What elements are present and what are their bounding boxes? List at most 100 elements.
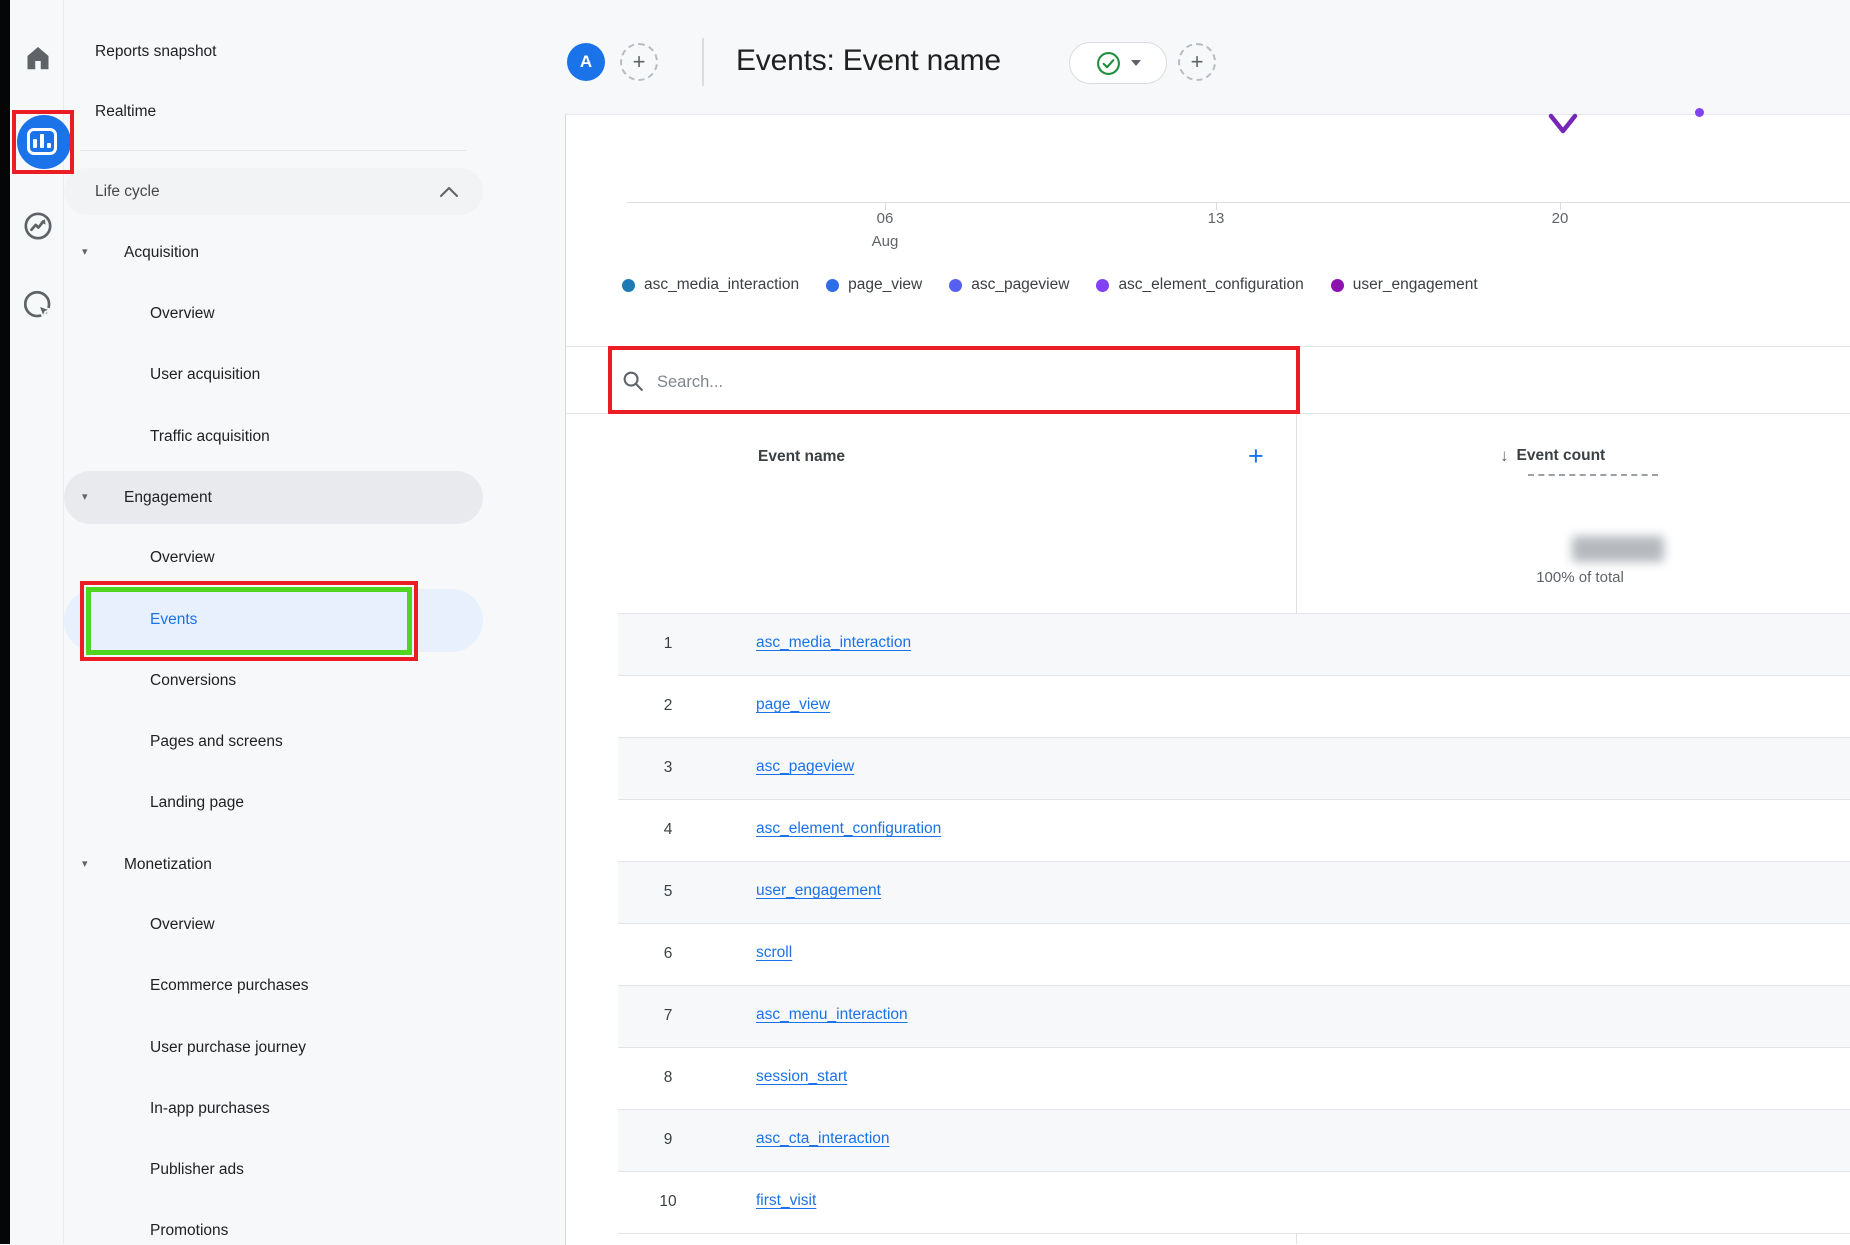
chevron-down-icon — [1131, 60, 1141, 66]
row-index: 8 — [648, 1069, 688, 1087]
sort-descending-icon: ↓ — [1500, 446, 1509, 466]
sidebar-item-reports-snapshot[interactable]: Reports snapshot — [95, 43, 217, 61]
row-separator — [618, 923, 1850, 924]
x-axis-tick-label: 13 — [1186, 210, 1246, 227]
sidebar-item-realtime[interactable]: Realtime — [95, 103, 156, 121]
add-comparison-button[interactable]: + — [620, 43, 658, 81]
event-name-link[interactable]: asc_menu_interaction — [756, 1006, 908, 1024]
row-index: 10 — [648, 1193, 688, 1211]
chart-legend: asc_media_interaction page_view asc_pagevi… — [622, 276, 1478, 294]
row-index: 2 — [648, 697, 688, 715]
sidebar-item-conversions[interactable]: Conversions — [150, 672, 236, 690]
row-index: 5 — [648, 883, 688, 901]
collapse-triangle-icon[interactable]: ▾ — [82, 857, 88, 870]
row-separator — [618, 799, 1850, 800]
sidebar-item-monetization[interactable]: Monetization — [124, 856, 212, 874]
sidebar-item-acquisition[interactable]: Acquisition — [124, 244, 199, 262]
search-row-bottom-border — [566, 413, 1850, 414]
total-percent-label: 100% of total — [1500, 569, 1660, 586]
search-icon — [621, 369, 646, 394]
table-row — [618, 923, 1850, 985]
event-name-link[interactable]: first_visit — [756, 1192, 816, 1210]
sidebar-item-in-app-purchases[interactable]: In-app purchases — [150, 1100, 270, 1118]
advertising-icon[interactable] — [19, 286, 57, 324]
row-separator — [618, 675, 1850, 676]
sidebar-item-overview[interactable]: Overview — [150, 916, 215, 934]
event-name-link[interactable]: asc_pageview — [756, 758, 854, 776]
legend-label: asc_media_interaction — [644, 276, 799, 294]
sidebar-item-publisher-ads[interactable]: Publisher ads — [150, 1161, 244, 1179]
legend-label: user_engagement — [1353, 276, 1478, 294]
column-header-event-count[interactable]: ↓ Event count — [1500, 446, 1605, 466]
event-name-link[interactable]: asc_element_configuration — [756, 820, 941, 838]
reports-icon-glyph — [27, 128, 57, 155]
legend-dot-icon — [1096, 279, 1109, 292]
x-axis-tick — [885, 203, 886, 210]
legend-label: asc_pageview — [971, 276, 1069, 294]
row-separator — [618, 613, 1850, 614]
sidebar-item-life-cycle[interactable]: Life cycle — [95, 183, 160, 201]
check-circle-icon — [1096, 51, 1121, 76]
event-name-link[interactable]: session_start — [756, 1068, 847, 1086]
row-index: 7 — [648, 1007, 688, 1025]
column-header-event-name[interactable]: Event name — [758, 448, 845, 466]
window-edge-strip — [0, 0, 10, 1244]
sidebar-item-overview[interactable]: Overview — [150, 549, 215, 567]
row-separator — [618, 1109, 1850, 1110]
report-status-dropdown[interactable] — [1069, 42, 1167, 84]
event-name-link[interactable]: asc_media_interaction — [756, 634, 911, 652]
row-separator — [618, 737, 1850, 738]
collapse-triangle-icon[interactable]: ▾ — [82, 245, 88, 258]
add-report-button[interactable]: + — [1178, 43, 1216, 81]
event-name-link[interactable]: user_engagement — [756, 882, 881, 900]
x-axis-tick-label: 20 — [1530, 210, 1590, 227]
legend-dot-icon — [1331, 279, 1344, 292]
collapse-triangle-icon[interactable]: ▾ — [82, 490, 88, 503]
property-avatar[interactable]: A — [567, 43, 605, 81]
row-index: 4 — [648, 821, 688, 839]
metric-header-dashed-underline — [1528, 474, 1658, 476]
sidebar-item-user-purchase-journey[interactable]: User purchase journey — [150, 1039, 306, 1057]
legend-item-page_view: page_view — [826, 276, 922, 294]
page-title: Events: Event name — [736, 44, 1001, 78]
legend-item-user_engagement: user_engagement — [1331, 276, 1478, 294]
row-separator — [618, 1171, 1850, 1172]
nav-icon-rail — [10, 0, 64, 1244]
event-name-link[interactable]: asc_cta_interaction — [756, 1130, 890, 1148]
explore-icon[interactable] — [19, 207, 57, 245]
legend-label: page_view — [848, 276, 922, 294]
add-column-button[interactable]: + — [1248, 441, 1264, 472]
sidebar-item-ecommerce-purchases[interactable]: Ecommerce purchases — [150, 977, 309, 995]
row-separator — [618, 1233, 1850, 1234]
chart-line-marker — [1538, 108, 1598, 140]
total-value-blurred — [1572, 536, 1664, 562]
sidebar-item-landing-page[interactable]: Landing page — [150, 794, 244, 812]
legend-item-asc_element_configuration: asc_element_configuration — [1096, 276, 1303, 294]
sidebar-item-user-acquisition[interactable]: User acquisition — [150, 366, 260, 384]
chevron-up-icon[interactable] — [438, 185, 460, 199]
home-icon[interactable] — [19, 39, 57, 77]
row-index: 9 — [648, 1131, 688, 1149]
row-index: 6 — [648, 945, 688, 963]
search-input[interactable] — [655, 360, 1219, 404]
sidebar-item-pages-and-screens[interactable]: Pages and screens — [150, 733, 283, 751]
x-axis-tick — [1560, 203, 1561, 210]
event-name-link[interactable]: scroll — [756, 944, 792, 962]
x-axis-tick — [1216, 203, 1217, 210]
legend-dot-icon — [949, 279, 962, 292]
row-separator — [618, 861, 1850, 862]
explore-icon-glyph — [21, 209, 55, 243]
legend-dot-icon — [622, 279, 635, 292]
row-separator — [618, 985, 1850, 986]
sidebar-item-promotions[interactable]: Promotions — [150, 1222, 228, 1240]
legend-item-asc_media_interaction: asc_media_interaction — [622, 276, 799, 294]
events-selected-pill — [64, 589, 483, 652]
sidebar-item-engagement[interactable]: Engagement — [124, 489, 212, 507]
sidebar-item-events[interactable]: Events — [150, 611, 197, 629]
sidebar-item-traffic-acquisition[interactable]: Traffic acquisition — [150, 428, 270, 446]
home-icon-glyph — [23, 43, 53, 73]
sidebar-item-overview[interactable]: Overview — [150, 305, 215, 323]
legend-item-asc_pageview: asc_pageview — [949, 276, 1069, 294]
event-name-link[interactable]: page_view — [756, 696, 830, 714]
row-index: 1 — [648, 635, 688, 653]
